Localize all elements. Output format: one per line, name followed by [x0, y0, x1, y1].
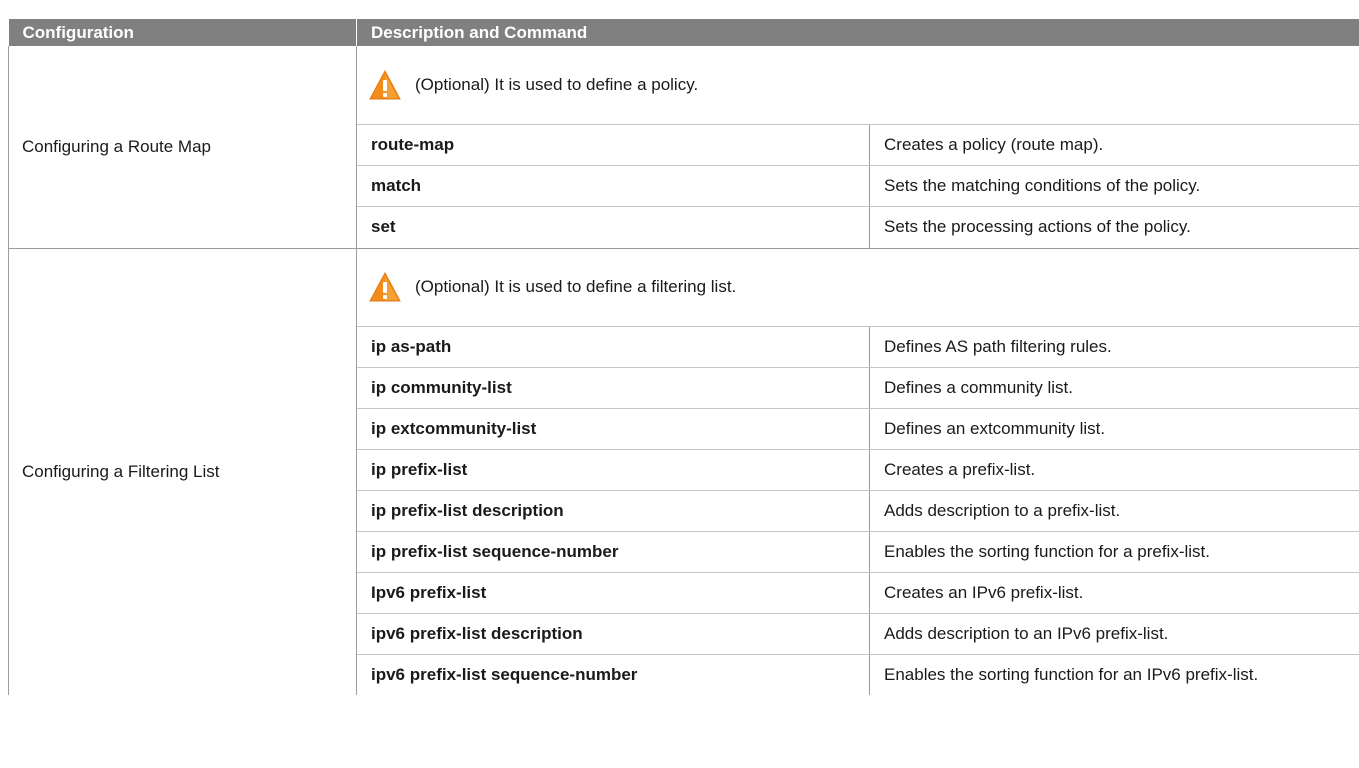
command-cell: ip prefix-list description: [356, 490, 870, 532]
configuration-table: Configuration Description and Command Co…: [8, 19, 1359, 695]
document-page: Configuration Description and Command Co…: [0, 0, 1359, 768]
command-cell: ip as-path: [356, 326, 870, 368]
description-cell: Creates an IPv6 prefix-list.: [869, 572, 1359, 614]
configuration-name-cell: Configuring a Route Map: [8, 46, 357, 249]
note-row: Configuring a Route Map (Optional) It is…: [8, 46, 1359, 249]
description-cell: Defines an extcommunity list.: [869, 408, 1359, 450]
note-text: (Optional) It is used to define a policy…: [415, 74, 699, 94]
description-cell: Adds description to a prefix-list.: [869, 490, 1359, 532]
warning-triangle-icon: [369, 271, 401, 302]
note-text: (Optional) It is used to define a filter…: [415, 277, 737, 296]
header-configuration: Configuration: [8, 19, 357, 46]
command-cell: set: [356, 206, 870, 249]
command-cell: ipv6 prefix-list description: [356, 613, 870, 655]
command-cell: ip extcommunity-list: [356, 408, 870, 450]
description-cell: Creates a policy (route map).: [869, 124, 1359, 166]
table-header-row: Configuration Description and Command: [8, 19, 1359, 46]
note-cell: (Optional) It is used to define a filter…: [356, 248, 1359, 327]
command-cell: route-map: [356, 124, 870, 166]
description-cell: Defines a community list.: [869, 367, 1359, 409]
description-cell: Defines AS path filtering rules.: [869, 326, 1359, 368]
warning-triangle-icon: [369, 69, 401, 100]
description-cell: Enables the sorting function for an IPv6…: [884, 664, 1259, 684]
description-cell: Sets the processing actions of the polic…: [869, 206, 1359, 249]
command-cell: ipv6 prefix-list sequence-number: [356, 654, 870, 695]
command-cell: match: [356, 165, 870, 207]
command-cell: ip community-list: [356, 367, 870, 409]
description-cell: Adds description to an IPv6 prefix-list.: [869, 613, 1359, 655]
description-cell: Enables the sorting function for a prefi…: [869, 531, 1359, 573]
description-cell: Creates a prefix-list.: [869, 449, 1359, 491]
note-cell: (Optional) It is used to define a policy…: [356, 46, 1359, 125]
note-row: Configuring a Filtering List (Optional) …: [8, 248, 1359, 695]
header-description-and-command: Description and Command: [356, 19, 1359, 46]
command-cell: ip prefix-list: [356, 449, 870, 491]
configuration-name-cell: Configuring a Filtering List: [8, 248, 357, 695]
description-cell: Sets the matching conditions of the poli…: [869, 165, 1359, 207]
command-cell: ip prefix-list sequence-number: [356, 531, 870, 573]
command-cell: Ipv6 prefix-list: [356, 572, 870, 614]
